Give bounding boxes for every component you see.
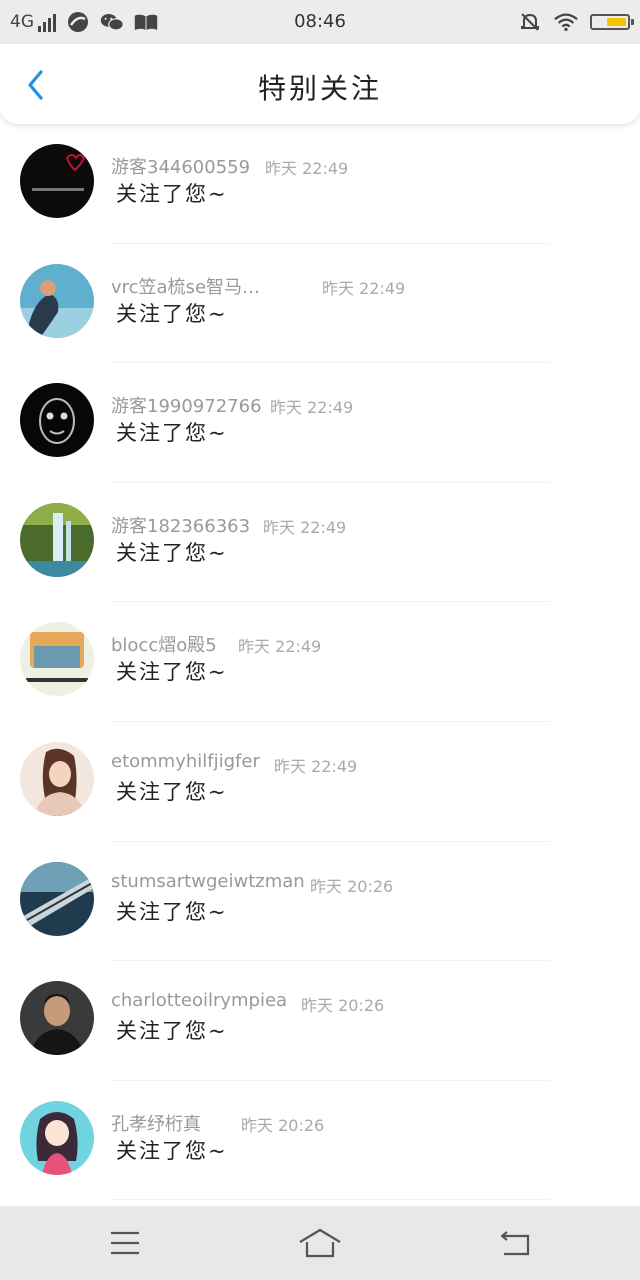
item-message: 关注了您~ [116, 660, 228, 685]
item-name: charlotteoilrympiea [111, 990, 288, 1012]
mute-icon [518, 11, 542, 33]
back-nav-button[interactable] [475, 1206, 555, 1280]
menu-button[interactable] [85, 1206, 165, 1280]
anime-girl-avatar[interactable] [20, 1100, 94, 1175]
header: 特别关注 [0, 44, 640, 124]
item-message: 关注了您~ [116, 540, 228, 565]
list-item[interactable]: 孔孝纾桁真 昨天 20:26 关注了您~ [0, 1081, 640, 1201]
back-icon [500, 1231, 530, 1256]
status-bar: 4G 08:46 [0, 0, 640, 44]
wifi-icon [554, 11, 578, 33]
follower-list: 游客344600559 昨天 22:49 关注了您~ vrc笠a梳se智马… 昨… [0, 124, 640, 1201]
item-message: 关注了您~ [116, 899, 228, 924]
item-time: 昨天 20:26 [310, 876, 394, 896]
item-message: 关注了您~ [116, 421, 228, 446]
item-name: 游客182366363 [111, 515, 251, 537]
man-portrait-avatar[interactable] [20, 981, 94, 1056]
item-time: 昨天 22:49 [263, 517, 347, 537]
girl-portrait-avatar[interactable] [20, 741, 94, 816]
dark-heart-avatar[interactable] [20, 144, 94, 218]
item-name: stumsartwgeiwtzman [111, 870, 305, 892]
list-item[interactable]: 游客1990972766 昨天 22:49 关注了您~ [0, 363, 640, 483]
list-item[interactable]: blocc熠o殿5 昨天 22:49 关注了您~ [0, 602, 640, 722]
wechat-icon [100, 11, 124, 33]
list-item[interactable]: vrc笠a梳se智马… 昨天 22:49 关注了您~ [0, 244, 640, 364]
system-nav-bar [0, 1206, 640, 1280]
item-name: blocc熠o殿5 [111, 635, 217, 657]
item-message: 关注了您~ [116, 1019, 228, 1044]
cartoon-scene-avatar[interactable] [20, 622, 94, 697]
list-item[interactable]: 游客182366363 昨天 22:49 关注了您~ [0, 483, 640, 603]
item-message: 关注了您~ [116, 1138, 228, 1163]
battery-level [606, 18, 626, 26]
list-item[interactable]: etommyhilfjigfer 昨天 22:49 关注了您~ [0, 722, 640, 842]
item-time: 昨天 22:49 [270, 398, 354, 418]
item-time: 昨天 22:49 [238, 637, 322, 657]
item-name: 游客1990972766 [111, 396, 262, 418]
network-indicator: 4G [10, 12, 56, 32]
item-name: 游客344600559 [111, 157, 251, 178]
item-name: vrc笠a梳se智马… [111, 276, 261, 298]
home-button[interactable] [280, 1206, 360, 1280]
item-name: 孔孝纾桁真 [111, 1113, 201, 1135]
blue-hand-avatar[interactable] [20, 263, 94, 338]
signal-icon [38, 14, 56, 32]
network-label: 4G [10, 12, 34, 32]
item-time: 昨天 22:49 [322, 278, 406, 298]
waterfall-avatar[interactable] [20, 502, 94, 577]
item-time: 昨天 20:26 [301, 996, 385, 1016]
menu-icon [111, 1231, 139, 1255]
dark-mask-avatar[interactable] [20, 383, 94, 458]
list-item[interactable]: charlotteoilrympiea 昨天 20:26 关注了您~ [0, 961, 640, 1081]
item-message: 关注了您~ [116, 182, 228, 206]
page-title: 特别关注 [257, 72, 382, 105]
item-message: 关注了您~ [116, 301, 228, 326]
item-time: 昨天 22:49 [274, 756, 358, 776]
divider [110, 1199, 550, 1201]
item-name: etommyhilfjigfer [111, 750, 260, 772]
item-time: 昨天 22:49 [265, 159, 349, 178]
book-icon [134, 11, 158, 33]
bridge-avatar[interactable] [20, 861, 94, 936]
item-message: 关注了您~ [116, 779, 228, 804]
list-item[interactable]: stumsartwgeiwtzman 昨天 20:26 关注了您~ [0, 842, 640, 962]
battery-icon [590, 14, 634, 30]
item-time: 昨天 20:26 [241, 1115, 325, 1135]
list-item[interactable]: 游客344600559 昨天 22:49 关注了您~ [0, 124, 640, 244]
home-icon [299, 1228, 341, 1258]
browser-icon [66, 11, 90, 33]
